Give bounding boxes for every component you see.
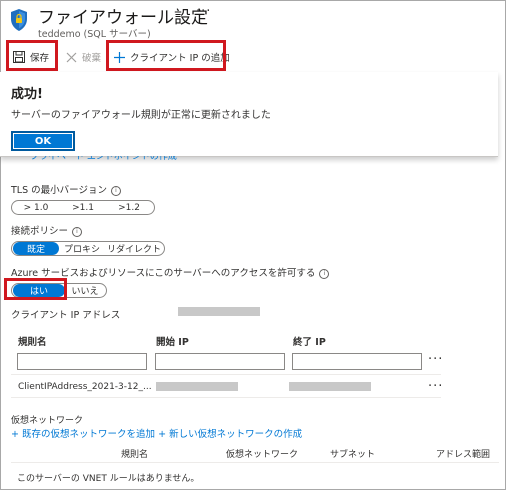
ok-button[interactable]: OK [11,131,75,151]
tls-label-text: TLS の最小バージョン [11,185,107,196]
divider [11,397,441,398]
vnet-column-address-range: アドレス範囲 [436,450,491,460]
policy-option-default[interactable]: 既定 [13,242,59,255]
tls-version-selector[interactable]: > 1.0 >1.1 >1.2 [11,200,155,215]
more-options-button[interactable]: ··· [196,4,211,19]
highlight-add-client-ip [106,40,226,71]
connection-policy-selector[interactable]: 既定 プロキシ リダイレクト [11,241,165,256]
create-private-endpoint-link[interactable]: プライベート エンドポイントの作成 [30,156,177,163]
new-start-ip-input[interactable] [155,353,285,370]
new-end-ip-input[interactable] [292,353,422,370]
highlight-save [6,40,58,71]
policy-option-proxy[interactable]: プロキシ [59,242,105,255]
azure-access-no[interactable]: いいえ [65,284,105,297]
azure-access-label: Azure サービスおよびリソースにこのサーバーへのアクセスを許可する i [11,265,330,279]
policy-option-redirect[interactable]: リダイレクト [105,242,163,255]
tls-option-1-0[interactable]: > 1.0 [12,201,60,214]
vnet-column-virtual-network: 仮想ネットワーク [226,450,299,460]
create-new-vnet-link[interactable]: + 新しい仮想ネットワークの作成 [158,429,302,440]
notification-title: 成功! [11,87,43,102]
discard-button[interactable]: 破棄 [66,46,101,68]
close-icon [66,52,77,62]
vnet-empty-message: このサーバーの VNET ルールはありません。 [17,474,200,484]
new-rule-name-input[interactable] [17,353,147,370]
divider [11,462,499,463]
vnet-links: + 既存の仮想ネットワークを追加 + 新しい仮想ネットワークの作成 [11,426,302,440]
vnet-label: 仮想ネットワーク [11,416,84,426]
divider [11,374,441,375]
firewall-shield-icon [11,9,27,31]
column-header-start-ip: 開始 IP [156,337,189,348]
connection-policy-label: 接続ポリシー i [11,223,83,237]
highlight-azure-access-yes [4,278,67,300]
vnet-column-subnet: サブネット [330,450,376,460]
notification-message: サーバーのファイアウォール規則が正常に更新されました [11,110,271,121]
tls-label: TLS の最小バージョン i [11,182,121,196]
client-ip-value-redacted [178,307,260,316]
row-more-button[interactable]: ··· [428,379,443,394]
end-ip-redacted [289,382,371,391]
page-subtitle: teddemo (SQL サーバー) [38,29,151,40]
tls-option-1-2[interactable]: >1.2 [106,201,152,214]
success-notification: 成功! サーバーのファイアウォール規則が正常に更新されました OK [0,72,498,157]
page-title: ファイアウォール設定 [38,8,208,28]
discard-label: 破棄 [82,53,102,64]
info-icon: i [72,226,83,237]
rule-name-cell: ClientIPAddress_2021-3-12_... [18,382,152,392]
column-header-rule-name: 規則名 [18,337,47,348]
start-ip-redacted [156,382,238,391]
info-icon: i [110,185,121,196]
connection-policy-label-text: 接続ポリシー [11,226,69,237]
tls-option-1-1[interactable]: >1.1 [60,201,106,214]
add-existing-vnet-link[interactable]: + 既存の仮想ネットワークを追加 [11,429,155,440]
new-row-more-button[interactable]: ··· [428,352,443,367]
info-icon: i [319,268,330,279]
vnet-column-rule-name: 規則名 [121,450,149,460]
client-ip-label: クライアント IP アドレス [11,310,121,321]
column-header-end-ip: 終了 IP [293,337,326,348]
